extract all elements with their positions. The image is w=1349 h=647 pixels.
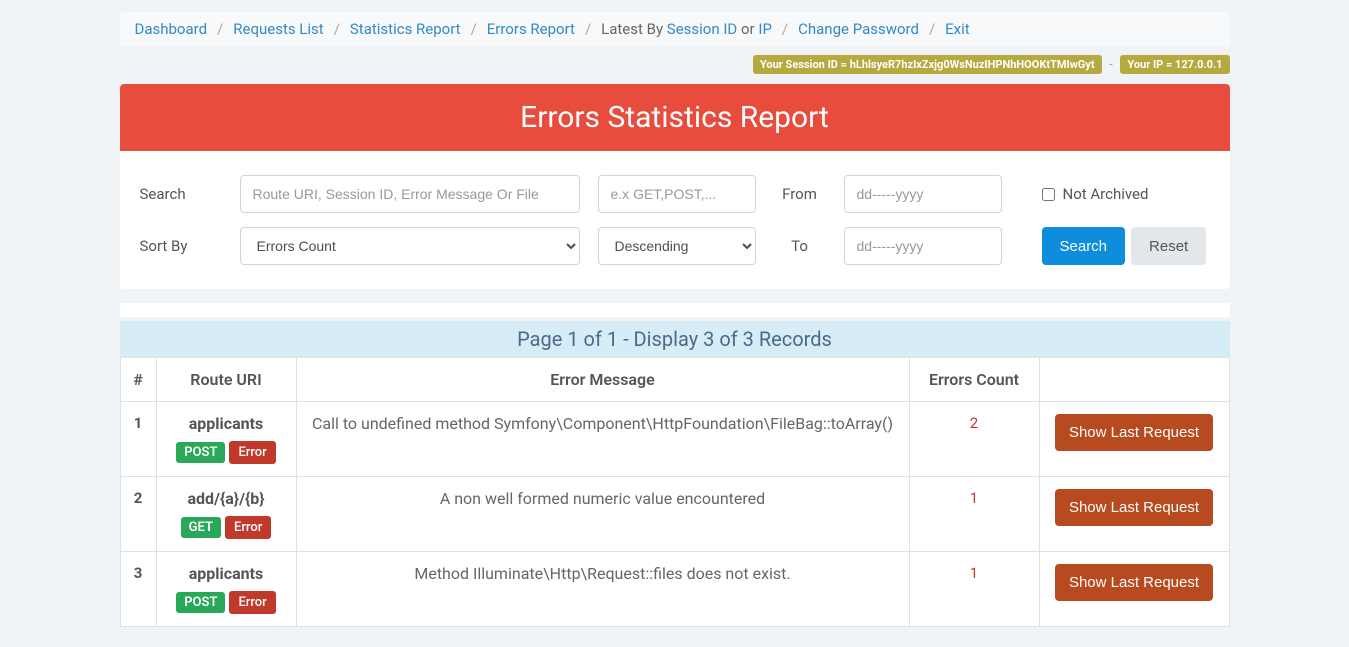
table-row: 1 applicants POSTError Call to undefined me…: [120, 402, 1229, 477]
row-route-uri: applicants POSTError: [156, 402, 296, 477]
breadcrumb-dashboard[interactable]: Dashboard: [135, 20, 208, 38]
row-route-uri: applicants POSTError: [156, 552, 296, 627]
page-title: Errors Statistics Report: [120, 84, 1230, 151]
reset-button[interactable]: Reset: [1131, 227, 1206, 265]
ip-badge: Your IP = 127.0.0.1: [1120, 55, 1229, 74]
th-errors-count: Errors Count: [909, 358, 1039, 402]
breadcrumb-change-password[interactable]: Change Password: [798, 20, 919, 38]
error-badge: Error: [229, 591, 275, 614]
row-index: 1: [120, 402, 156, 477]
breadcrumb-sep: /: [929, 20, 935, 38]
row-index: 3: [120, 552, 156, 627]
search-input[interactable]: [240, 175, 580, 213]
row-errors-count: 1: [909, 552, 1039, 627]
row-error-message: A non well formed numeric value encounte…: [296, 477, 909, 552]
breadcrumb-latest-by: Latest By Session ID or IP: [601, 20, 772, 38]
show-last-request-button[interactable]: Show Last Request: [1055, 489, 1213, 526]
row-route-uri: add/{a}/{b} GETError: [156, 477, 296, 552]
search-label: Search: [140, 185, 240, 203]
th-index: #: [120, 358, 156, 402]
breadcrumb: Dashboard / Requests List / Statistics R…: [120, 12, 1230, 46]
method-input[interactable]: [598, 175, 756, 213]
breadcrumb-requests-list[interactable]: Requests List: [233, 20, 323, 38]
from-label: From: [756, 185, 844, 203]
show-last-request-button[interactable]: Show Last Request: [1055, 414, 1213, 451]
session-info-line: Your Session ID = hLhlsyeR7hzIxZxjg0WsNu…: [120, 54, 1230, 74]
to-date-input[interactable]: [844, 227, 1002, 265]
row-error-message: Call to undefined method Symfony\Compone…: [296, 402, 909, 477]
th-route-uri: Route URI: [156, 358, 296, 402]
breadcrumb-sep: /: [782, 20, 788, 38]
breadcrumb-or: or: [737, 20, 758, 38]
row-errors-count: 1: [909, 477, 1039, 552]
sort-field-select[interactable]: Errors Count: [240, 227, 580, 265]
pagination-strip: Page 1 of 1 - Display 3 of 3 Records: [120, 321, 1230, 357]
from-date-input[interactable]: [844, 175, 1002, 213]
breadcrumb-errors-report[interactable]: Errors Report: [487, 20, 575, 38]
breadcrumb-statistics-report[interactable]: Statistics Report: [350, 20, 461, 38]
route-uri-text: applicants: [167, 564, 286, 583]
breadcrumb-sep: /: [471, 20, 477, 38]
breadcrumb-sep: /: [217, 20, 223, 38]
th-actions: [1039, 358, 1229, 402]
route-uri-text: add/{a}/{b}: [167, 489, 286, 508]
http-method-badge: GET: [181, 517, 221, 538]
row-errors-count: 2: [909, 402, 1039, 477]
filter-panel: Search From Not Archived Sort By Errors …: [120, 151, 1230, 289]
row-index: 2: [120, 477, 156, 552]
breadcrumb-sep: /: [585, 20, 591, 38]
sort-direction-select[interactable]: Descending: [598, 227, 756, 265]
th-error-message: Error Message: [296, 358, 909, 402]
http-method-badge: POST: [176, 442, 225, 463]
session-id-badge: Your Session ID = hLhlsyeR7hzIxZxjg0WsNu…: [753, 55, 1102, 74]
row-actions: Show Last Request: [1039, 552, 1229, 627]
breadcrumb-ip-link[interactable]: IP: [758, 20, 772, 38]
to-label: To: [756, 237, 844, 255]
breadcrumb-exit[interactable]: Exit: [945, 20, 970, 38]
breadcrumb-latest-by-prefix: Latest By: [601, 20, 667, 38]
search-button[interactable]: Search: [1042, 227, 1126, 265]
row-error-message: Method Illuminate\Http\Request::files do…: [296, 552, 909, 627]
not-archived-label: Not Archived: [1063, 185, 1149, 203]
error-badge: Error: [225, 516, 271, 539]
sort-by-label: Sort By: [140, 237, 240, 255]
http-method-badge: POST: [176, 592, 225, 613]
show-last-request-button[interactable]: Show Last Request: [1055, 564, 1213, 601]
route-uri-text: applicants: [167, 414, 286, 433]
breadcrumb-session-id-link[interactable]: Session ID: [667, 20, 737, 38]
row-actions: Show Last Request: [1039, 402, 1229, 477]
row-actions: Show Last Request: [1039, 477, 1229, 552]
table-row: 2 add/{a}/{b} GETError A non well formed nu…: [120, 477, 1229, 552]
not-archived-wrap[interactable]: Not Archived: [1042, 185, 1149, 203]
errors-table: # Route URI Error Message Errors Count 1…: [120, 357, 1230, 627]
error-badge: Error: [229, 441, 275, 464]
not-archived-checkbox[interactable]: [1042, 188, 1055, 201]
table-row: 3 applicants POSTError Method Illuminate\Ht…: [120, 552, 1229, 627]
badge-dash: -: [1109, 57, 1112, 71]
breadcrumb-sep: /: [334, 20, 340, 38]
